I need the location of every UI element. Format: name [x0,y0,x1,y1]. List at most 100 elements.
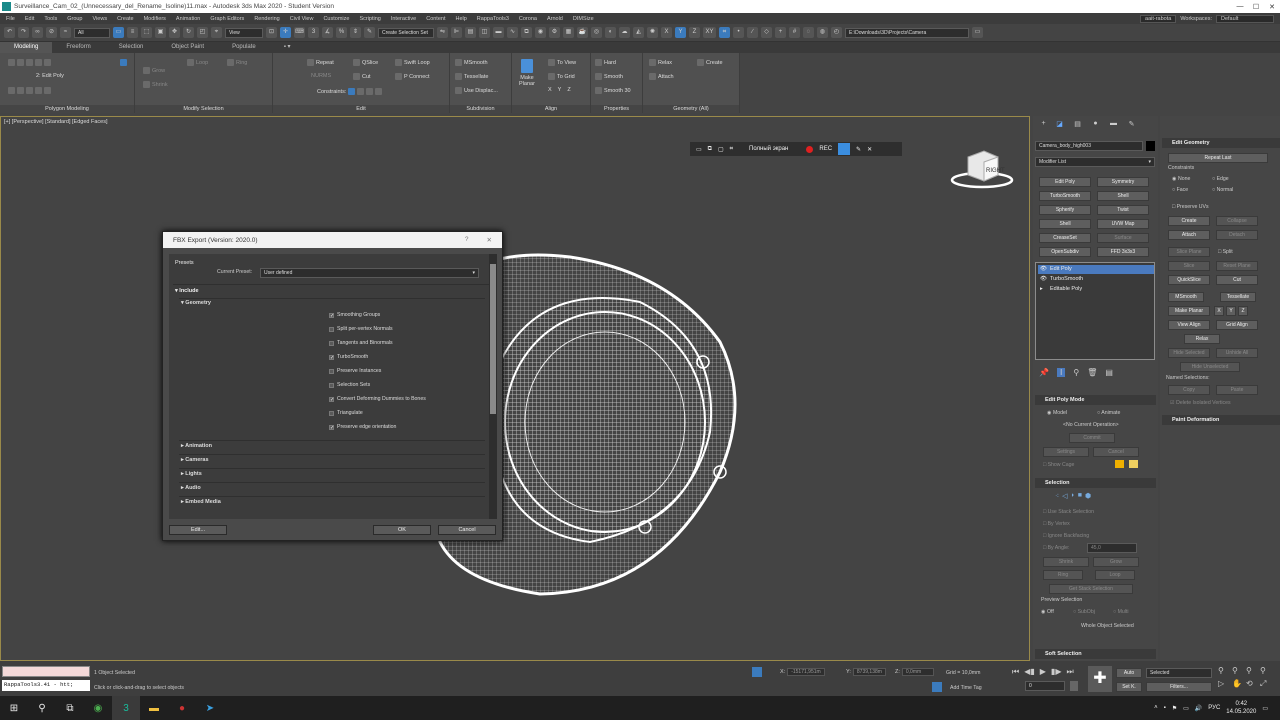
shrink-icon[interactable] [143,81,150,88]
preview-multi-radio[interactable]: ○ Multi [1113,609,1129,615]
mod-symmetry-button[interactable]: Symmetry [1097,177,1149,187]
loop-label[interactable]: Loop [196,60,208,66]
mod-opensubdiv-button[interactable]: OpenSubdiv [1039,247,1091,257]
corona-icon[interactable]: ✺ [647,27,658,38]
set-project-folder-icon[interactable]: ◴ [831,27,842,38]
use-displace-button[interactable]: Use Displac... [464,88,498,94]
preview-subobj-radio[interactable]: ○ SubObj [1073,609,1095,615]
tessellate-icon[interactable] [455,73,462,80]
angle-input[interactable]: 45,0 [1087,543,1137,553]
checkbox[interactable] [329,410,334,416]
ribbon-options-icon[interactable]: ▪ ▾ [270,42,305,53]
schematic-view-icon[interactable]: ⧉ [521,27,532,38]
dialog-scrollbar[interactable] [489,254,497,519]
snaps-toggle-icon[interactable]: 3 [308,27,319,38]
maxscript-mini-listener[interactable]: RappaTools3.41 - htt; [2,680,90,691]
selection-filter-dropdown[interactable]: All [74,27,110,38]
undo-icon[interactable]: ↶ [4,27,15,38]
recorder-icon-2[interactable]: ⧉ [708,146,712,153]
rotate-icon[interactable]: ↻ [183,27,194,38]
polygon-icon[interactable]: ■ [1078,492,1082,500]
repeat-icon[interactable] [307,59,314,66]
mod-ffd-button[interactable]: FFD 3x3x3 [1097,247,1149,257]
configure-sets-icon[interactable]: ▤ [1105,368,1113,377]
mod-twist-button[interactable]: Twist [1097,205,1149,215]
menu-modifiers[interactable]: Modifiers [144,16,166,22]
select-by-name-icon[interactable]: ≡ [127,27,138,38]
option-preserve-edge-orientation[interactable]: ✓ Preserve edge orientation [329,424,396,430]
record-dot-icon[interactable] [806,145,814,153]
menu-interactive[interactable]: Interactive [391,16,416,22]
menu-views[interactable]: Views [93,16,108,22]
mod-surface-button[interactable]: Surface [1097,233,1149,243]
audio-subsection[interactable]: ▸ Audio [181,485,201,491]
make-planar-button[interactable]: Make Planar [516,75,538,87]
modifier-icon-1[interactable] [8,87,15,94]
constraint-normal-radio[interactable]: ○ Normal [1212,187,1233,193]
create-button[interactable]: Create [706,60,723,66]
hide-unselected-button[interactable]: Hide Unselected [1180,362,1240,372]
fullscreen-button[interactable]: Полный экран [749,146,788,152]
hide-selected-button[interactable]: Hide Selected [1168,348,1210,358]
axis-z-button[interactable]: Z [689,27,700,38]
cut-button[interactable]: Cut [1216,275,1258,285]
recorder-color-icon[interactable] [838,143,851,155]
delete-isolated-checkbox[interactable]: ☑ Delete Isolated Vertices [1170,400,1231,406]
checkbox[interactable]: ✓ [329,396,334,402]
go-to-end-icon[interactable]: ⏭ [1066,667,1073,677]
ignore-backfacing-checkbox[interactable]: □ Ignore Backfacing [1043,533,1089,539]
tray-up-arrow-icon[interactable]: ˄ [1154,705,1158,711]
axis-y-button[interactable]: Y [675,27,686,38]
repeat-button[interactable]: Repeat [316,60,334,66]
planar-y-button[interactable]: Y [1226,306,1236,316]
modify-tab-icon[interactable]: ◪ [1053,120,1066,132]
shrink-button[interactable]: Shrink [1043,557,1089,567]
maximize-button[interactable]: ☐ [1248,3,1264,11]
to-grid-button[interactable]: To Grid [557,74,575,80]
paste-button[interactable]: Paste [1216,385,1258,395]
zoom-icon[interactable]: ⚲ [1218,666,1232,675]
volume-icon[interactable]: 🔊 [1195,705,1202,712]
user-account[interactable]: aait-rabota [1140,14,1177,23]
option-preserve-instances[interactable]: Preserve Instances [329,368,381,374]
preserve-uvs-checkbox[interactable]: □ Preserve UVs [1172,204,1209,210]
animate-radio[interactable]: ○ Animate [1097,410,1120,416]
remove-modifier-icon[interactable]: 🗑 [1087,368,1097,377]
scale-icon[interactable]: ◰ [197,27,208,38]
zoom-extents-all-icon[interactable]: ⚲ [1260,666,1274,675]
planar-x-button[interactable]: X [1214,306,1224,316]
checkbox[interactable] [329,340,334,346]
project-path-field[interactable]: E:\Downloads\3D\Projects\Camera [845,27,969,38]
ring-button[interactable]: Ring [1043,570,1083,580]
cage-color-2[interactable] [1129,460,1138,468]
scene-explorer-icon[interactable]: ▤ [465,27,476,38]
hard-button[interactable]: Hard [604,60,616,66]
tray-app-icon[interactable]: ▪ [1164,705,1166,711]
utilities-tab-icon[interactable]: ✎ [1125,120,1138,132]
lock-selection-icon[interactable] [752,667,762,677]
view-align-button[interactable]: View Align [1168,320,1210,330]
mod-uvw-map-button[interactable]: UVW Map [1097,219,1149,229]
include-section[interactable]: ▾ Include [175,288,199,294]
next-frame-icon[interactable]: ▮▶ [1051,667,1062,677]
render-icon[interactable]: ☕ [577,27,588,38]
constraint-none-radio[interactable]: ◉ None [1172,176,1190,182]
relax-button[interactable]: Relax [1184,334,1220,344]
qslice-button[interactable]: QSlice [362,60,378,66]
make-unique-icon[interactable]: ⚲ [1073,368,1079,377]
attach-icon[interactable] [649,73,656,80]
use-stack-selection-checkbox[interactable]: □ Use Stack Selection [1043,509,1094,515]
smooth-icon[interactable] [595,73,602,80]
coord-x-input[interactable]: -15171,951m [787,668,825,676]
select-object-icon[interactable]: ▭ [113,27,124,38]
telegram-icon[interactable]: ➤ [196,696,224,720]
create-button[interactable]: Create [1168,216,1210,226]
coord-z-input[interactable]: 0,0mm [901,668,934,676]
mirror-icon[interactable]: ⇋ [437,27,448,38]
align-x-button[interactable]: X [548,87,552,93]
ring-icon[interactable] [227,59,234,66]
object-name-field[interactable]: Camera_body_high003 [1035,141,1143,151]
show-cage-checkbox[interactable]: □ Show Cage [1043,462,1074,468]
maximize-viewport-icon[interactable]: ⤢ [1260,679,1274,689]
mod-turbosmooth-button[interactable]: TurboSmooth [1039,191,1091,201]
